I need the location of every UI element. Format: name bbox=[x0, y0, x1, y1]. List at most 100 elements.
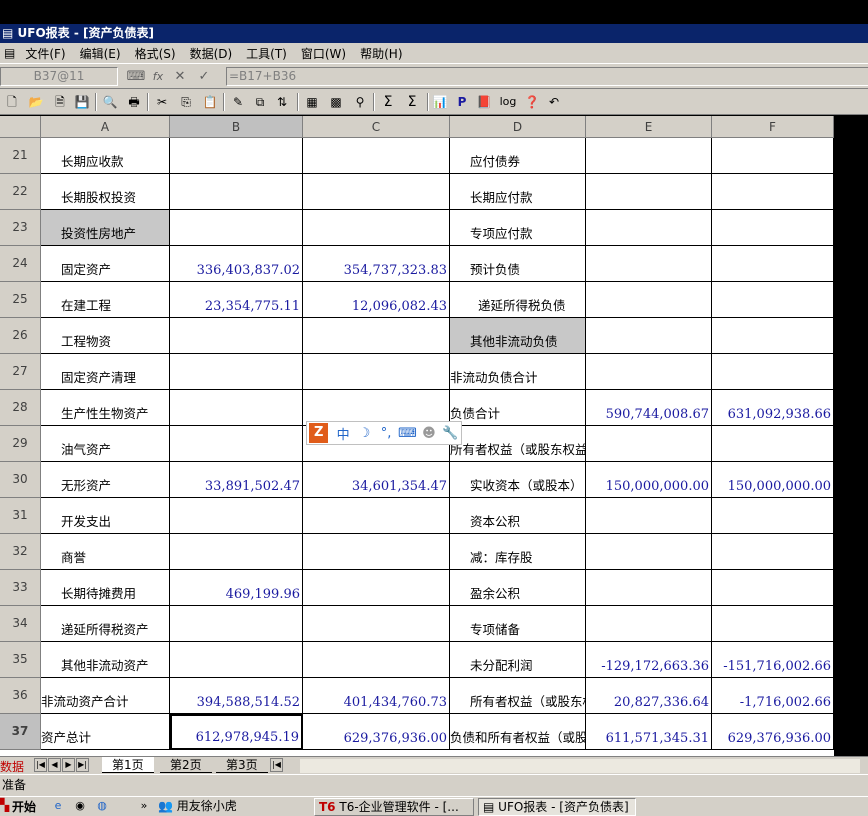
formula-input[interactable]: =B17+B36 bbox=[226, 67, 868, 86]
cell-e25[interactable] bbox=[586, 282, 712, 318]
cell-a27[interactable]: 固定资产清理 bbox=[41, 354, 170, 390]
print-icon[interactable]: 🖶 bbox=[124, 92, 144, 112]
prev-sheet-icon[interactable]: ◀ bbox=[48, 758, 61, 772]
cell-f29[interactable] bbox=[712, 426, 834, 462]
row-header[interactable]: 33 bbox=[0, 570, 41, 606]
cell-f25[interactable] bbox=[712, 282, 834, 318]
cell-b24[interactable]: 336,403,837.02 bbox=[170, 246, 303, 282]
cell-f35[interactable]: -151,716,002.66 bbox=[712, 642, 834, 678]
last-sheet-icon[interactable]: ▶| bbox=[76, 758, 89, 772]
save-icon[interactable]: 💾 bbox=[72, 92, 92, 112]
next-sheet-icon[interactable]: ▶ bbox=[62, 758, 75, 772]
cell-d31[interactable]: 资本公积 bbox=[450, 498, 586, 534]
cell-c21[interactable] bbox=[303, 138, 450, 174]
mode-indicator[interactable]: 数据 bbox=[0, 758, 24, 775]
row-header[interactable]: 30 bbox=[0, 462, 41, 498]
cell-b22[interactable] bbox=[170, 174, 303, 210]
cell-a21[interactable]: 长期应收款 bbox=[41, 138, 170, 174]
cell-c34[interactable] bbox=[303, 606, 450, 642]
cell-c22[interactable] bbox=[303, 174, 450, 210]
column-header-b[interactable]: B bbox=[170, 116, 303, 138]
cell-a23[interactable]: 投资性房地产 bbox=[41, 210, 170, 246]
taskbar-more[interactable]: » bbox=[136, 799, 152, 815]
find-icon[interactable]: ⚲ bbox=[350, 92, 370, 112]
cell-c26[interactable] bbox=[303, 318, 450, 354]
column-header-e[interactable]: E bbox=[586, 116, 712, 138]
first-sheet-icon[interactable]: |◀ bbox=[34, 758, 47, 772]
cell-a28[interactable]: 生产性生物资产 bbox=[41, 390, 170, 426]
cell-f27[interactable] bbox=[712, 354, 834, 390]
cell-c25[interactable]: 12,096,082.43 bbox=[303, 282, 450, 318]
cell-b21[interactable] bbox=[170, 138, 303, 174]
row-header[interactable]: 28 bbox=[0, 390, 41, 426]
cell-f32[interactable] bbox=[712, 534, 834, 570]
cell-c30[interactable]: 34,601,354.47 bbox=[303, 462, 450, 498]
copy-icon[interactable]: ⎘ bbox=[176, 92, 196, 112]
cell-e29[interactable] bbox=[586, 426, 712, 462]
cell-b32[interactable] bbox=[170, 534, 303, 570]
row-header[interactable]: 23 bbox=[0, 210, 41, 246]
ie-icon[interactable]: e bbox=[50, 799, 66, 815]
cell-d30[interactable]: 实收资本（或股本） bbox=[450, 462, 586, 498]
cell-f26[interactable] bbox=[712, 318, 834, 354]
cell-e32[interactable] bbox=[586, 534, 712, 570]
cell-a31[interactable]: 开发支出 bbox=[41, 498, 170, 534]
cell-b26[interactable] bbox=[170, 318, 303, 354]
cell-c24[interactable]: 354,737,323.83 bbox=[303, 246, 450, 282]
cell-a30[interactable]: 无形资产 bbox=[41, 462, 170, 498]
cell-e28[interactable]: 590,744,008.67 bbox=[586, 390, 712, 426]
cell-d26[interactable]: 其他非流动负债 bbox=[450, 318, 586, 354]
row-header[interactable]: 27 bbox=[0, 354, 41, 390]
cancel-icon[interactable]: ✕ bbox=[170, 68, 190, 86]
menu-data[interactable]: 数据(D) bbox=[186, 45, 237, 62]
cell-f22[interactable] bbox=[712, 174, 834, 210]
row-header[interactable]: 31 bbox=[0, 498, 41, 534]
scroll-left-icon[interactable]: |◀ bbox=[270, 758, 283, 772]
row-header[interactable]: 35 bbox=[0, 642, 41, 678]
cell-e37[interactable]: 611,571,345.31 bbox=[586, 714, 712, 750]
cell-b33[interactable]: 469,199.96 bbox=[170, 570, 303, 606]
cell-a22[interactable]: 长期股权投资 bbox=[41, 174, 170, 210]
cell-e23[interactable] bbox=[586, 210, 712, 246]
cell-e34[interactable] bbox=[586, 606, 712, 642]
insert-icon[interactable]: ⧉ bbox=[250, 92, 270, 112]
cell-f36[interactable]: -1,716,002.66 bbox=[712, 678, 834, 714]
cell-d24[interactable]: 预计负债 bbox=[450, 246, 586, 282]
cell-e31[interactable] bbox=[586, 498, 712, 534]
cell-f24[interactable] bbox=[712, 246, 834, 282]
cell-b34[interactable] bbox=[170, 606, 303, 642]
open-folder-icon[interactable]: 📂 bbox=[26, 92, 46, 112]
keyboard-icon[interactable]: ⌨ bbox=[126, 68, 146, 86]
menu-format[interactable]: 格式(S) bbox=[131, 45, 180, 62]
cell-f33[interactable] bbox=[712, 570, 834, 606]
document-icon[interactable]: 🗎 bbox=[50, 92, 70, 112]
cell-e35[interactable]: -129,172,663.36 bbox=[586, 642, 712, 678]
column-header-d[interactable]: D bbox=[450, 116, 586, 138]
cell-e30[interactable]: 150,000,000.00 bbox=[586, 462, 712, 498]
row-header[interactable]: 24 bbox=[0, 246, 41, 282]
cell-a29[interactable]: 油气资产 bbox=[41, 426, 170, 462]
menu-edit[interactable]: 编辑(E) bbox=[76, 45, 125, 62]
cell-c31[interactable] bbox=[303, 498, 450, 534]
menu-window[interactable]: 窗口(W) bbox=[297, 45, 350, 62]
cell-c23[interactable] bbox=[303, 210, 450, 246]
cell-a34[interactable]: 递延所得税资产 bbox=[41, 606, 170, 642]
table-icon[interactable]: ▦ bbox=[302, 92, 322, 112]
format-icon[interactable]: ✎ bbox=[228, 92, 248, 112]
quicklaunch-icon[interactable]: ◉ bbox=[72, 799, 88, 815]
cell-f23[interactable] bbox=[712, 210, 834, 246]
sheet-tab-1[interactable]: 第1页 bbox=[102, 757, 154, 773]
cell-b27[interactable] bbox=[170, 354, 303, 390]
cell-a33[interactable]: 长期待摊费用 bbox=[41, 570, 170, 606]
cell-d37[interactable]: 负债和所有者权益（或股 bbox=[450, 714, 586, 750]
cell-d34[interactable]: 专项储备 bbox=[450, 606, 586, 642]
task-item-1[interactable]: 👥 用友徐小虎 bbox=[154, 798, 304, 816]
sheet-tab-2[interactable]: 第2页 bbox=[160, 757, 212, 773]
cell-e27[interactable] bbox=[586, 354, 712, 390]
row-header[interactable]: 36 bbox=[0, 678, 41, 714]
sheet-tab-3[interactable]: 第3页 bbox=[216, 757, 268, 773]
cell-c36[interactable]: 401,434,760.73 bbox=[303, 678, 450, 714]
sort-icon[interactable]: ⇅ bbox=[272, 92, 292, 112]
cell-b36[interactable]: 394,588,514.52 bbox=[170, 678, 303, 714]
help-icon[interactable]: ❓ bbox=[522, 92, 542, 112]
